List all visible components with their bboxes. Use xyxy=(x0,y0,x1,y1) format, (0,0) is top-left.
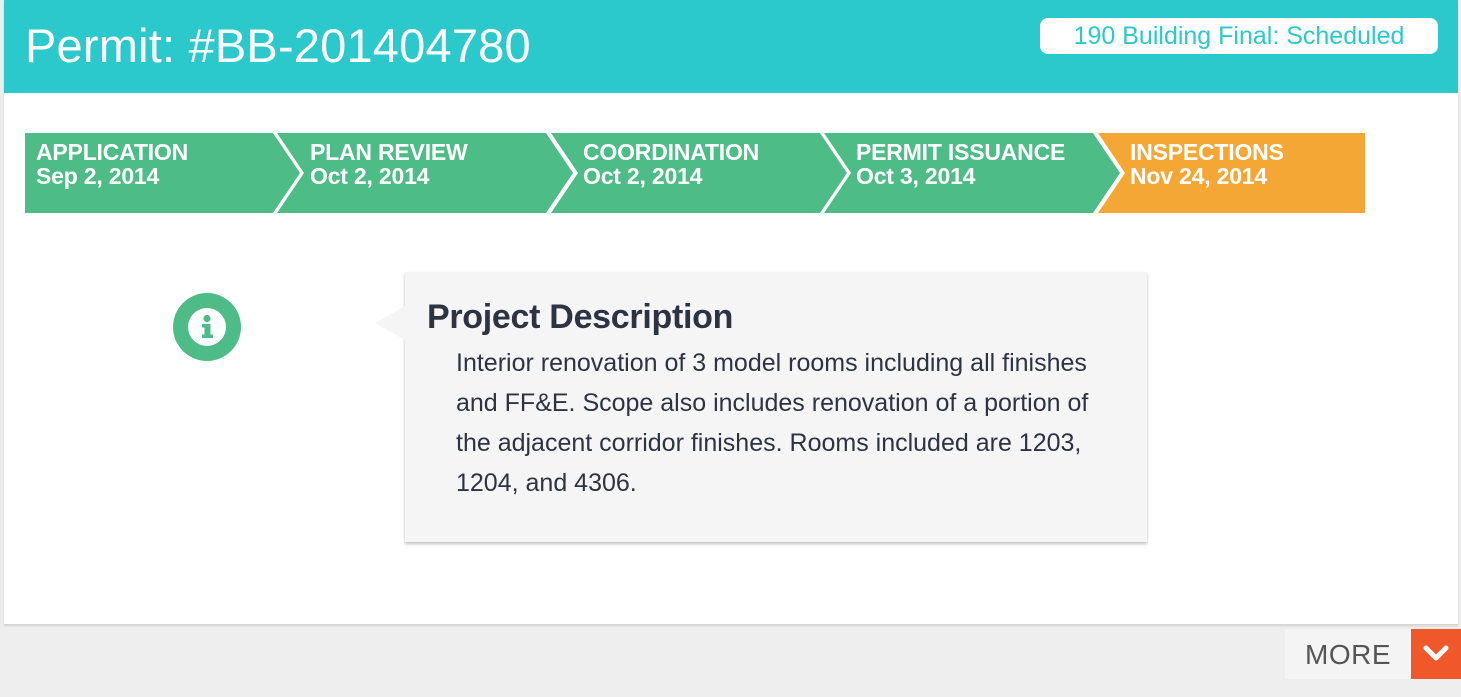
page-title: Permit: #BB-201404780 xyxy=(25,19,531,72)
more-label: MORE xyxy=(1305,639,1391,670)
progress-steps: APPLICATION Sep 2, 2014 PLAN REVIEW Oct … xyxy=(25,133,1365,213)
description-body: Interior renovation of 3 model rooms inc… xyxy=(456,349,1089,497)
step-label-group: PLAN REVIEW Oct 2, 2014 xyxy=(310,140,468,188)
project-description-panel: Project Description Interior renovation … xyxy=(375,272,1147,542)
permit-header: Permit: #BB-201404780 190 Building Final… xyxy=(4,0,1458,93)
step-plan-review: PLAN REVIEW Oct 2, 2014 xyxy=(277,133,573,213)
step-coordination: COORDINATION Oct 2, 2014 xyxy=(551,133,847,213)
step-label: PERMIT ISSUANCE xyxy=(856,139,1066,165)
step-label-group: APPLICATION Sep 2, 2014 xyxy=(36,140,188,188)
step-label: COORDINATION xyxy=(583,139,760,165)
step-date: Oct 3, 2014 xyxy=(856,163,976,189)
description-title: Project Description xyxy=(427,298,734,336)
step-label-group: PERMIT ISSUANCE Oct 3, 2014 xyxy=(856,140,1065,188)
step-label: APPLICATION xyxy=(36,139,188,165)
step-label: INSPECTIONS xyxy=(1130,139,1284,165)
step-inspections: INSPECTIONS Nov 24, 2014 xyxy=(1098,133,1365,213)
step-permit-issuance: PERMIT ISSUANCE Oct 3, 2014 xyxy=(824,133,1120,213)
step-label-group: COORDINATION Oct 2, 2014 xyxy=(583,140,759,188)
step-label-group: INSPECTIONS Nov 24, 2014 xyxy=(1130,140,1284,188)
step-date: Sep 2, 2014 xyxy=(36,163,160,189)
panel-pointer xyxy=(375,306,405,340)
info-icon xyxy=(173,293,241,361)
step-date: Oct 2, 2014 xyxy=(583,163,703,189)
step-date: Oct 2, 2014 xyxy=(310,163,430,189)
chevron-down-icon[interactable] xyxy=(1411,629,1461,679)
step-application: APPLICATION Sep 2, 2014 xyxy=(25,133,300,213)
status-badge: 190 Building Final: Scheduled xyxy=(1040,18,1438,54)
step-label: PLAN REVIEW xyxy=(310,139,468,165)
step-date: Nov 24, 2014 xyxy=(1130,163,1267,189)
more-button[interactable]: MORE xyxy=(1285,629,1461,679)
